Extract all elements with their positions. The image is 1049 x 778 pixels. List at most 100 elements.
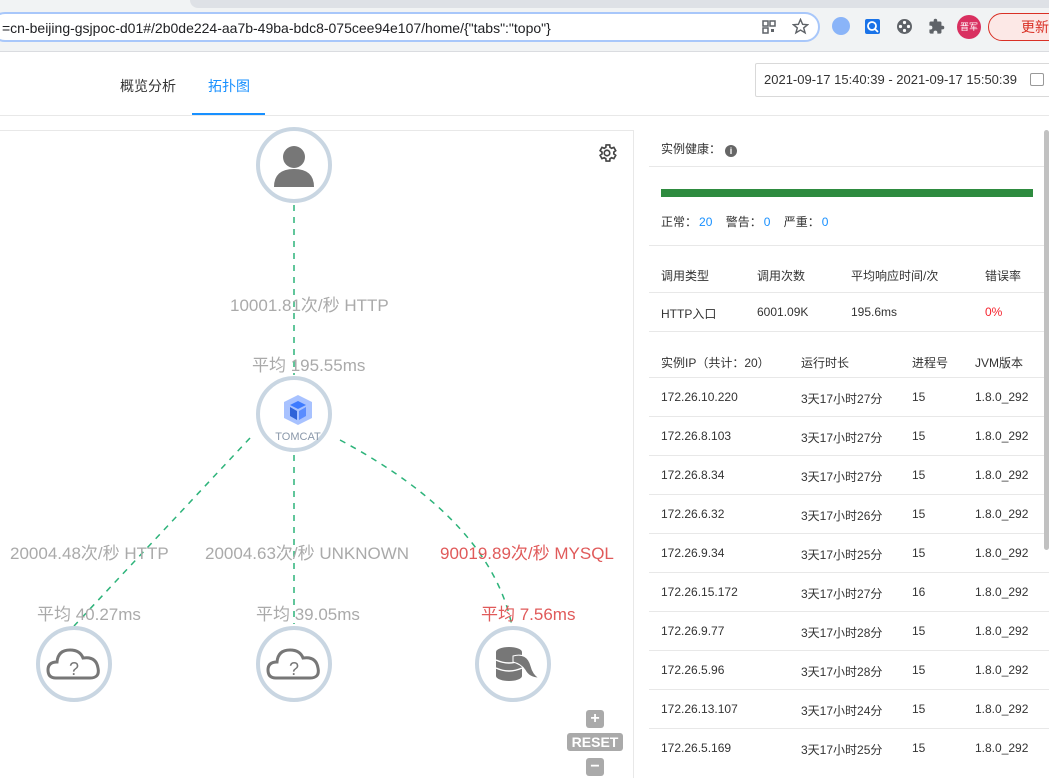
divider — [649, 292, 1049, 293]
instance-cell-jvm: 1.8.0_292 — [975, 546, 1029, 560]
instance-cell-ip: 172.26.8.34 — [661, 468, 725, 482]
instance-cell-uptime: 3天17小时28分 — [801, 665, 883, 679]
instance-cell-uptime: 3天17小时27分 — [801, 392, 883, 406]
node-tomcat[interactable]: TOMCAT — [256, 376, 332, 452]
scrollbar[interactable] — [1044, 130, 1049, 550]
instance-cell-pid: 15 — [912, 702, 926, 716]
instance-cell-uptime: 3天17小时25分 — [801, 548, 883, 562]
svg-text:?: ? — [69, 659, 79, 679]
health-bar — [661, 189, 1033, 197]
search-extension-icon[interactable] — [864, 18, 881, 35]
tomcat-label: TOMCAT — [275, 431, 321, 443]
divider — [649, 416, 1049, 417]
instance-cell-ip: 172.26.8.103 — [661, 429, 732, 443]
edge-avg-unknown: 平均 39.05ms — [256, 605, 360, 624]
calls-header-error: 错误率 — [985, 269, 1022, 283]
qr-code-icon[interactable] — [762, 20, 776, 34]
avatar[interactable]: 晋军 — [957, 15, 981, 39]
instance-cell-ip: 172.26.5.96 — [661, 663, 725, 677]
instance-cell-jvm: 1.8.0_292 — [975, 429, 1029, 443]
puzzle-extensions-icon[interactable] — [928, 18, 945, 35]
edge-avg-user-tomcat: 平均 195.55ms — [252, 356, 366, 375]
instance-cell-pid: 15 — [912, 741, 926, 755]
instance-cell-uptime: 3天17小时26分 — [801, 509, 883, 523]
instance-cell-ip: 172.26.10.220 — [661, 390, 738, 404]
instance-cell-uptime: 3天17小时27分 — [801, 431, 883, 445]
calls-header-avg: 平均响应时间/次 — [851, 269, 939, 283]
instances-header-jvm: JVM版本 — [975, 356, 1024, 370]
calls-header-type: 调用类型 — [661, 269, 710, 283]
instance-cell-uptime: 3天17小时24分 — [801, 704, 883, 718]
instance-cell-pid: 15 — [912, 390, 926, 404]
instances-header-uptime: 运行时长 — [801, 356, 850, 370]
profile-circle-icon[interactable] — [832, 17, 850, 35]
svg-text:?: ? — [289, 659, 299, 679]
mysql-icon — [495, 647, 541, 681]
divider — [649, 331, 1049, 332]
instance-cell-ip: 172.26.13.107 — [661, 702, 738, 716]
instance-cell-jvm: 1.8.0_292 — [975, 663, 1029, 677]
instance-panel: 实例健康： i 正常： 20 警告： 0 严重： 0 调用类型 调用次数 平均响应时间/… — [649, 130, 1049, 778]
instance-cell-jvm: 1.8.0_292 — [975, 468, 1029, 482]
user-icon — [274, 146, 314, 187]
instances-header-ip: 实例IP（共计：20） — [661, 356, 770, 370]
severe-count: 0 — [821, 215, 829, 229]
instance-cell-jvm: 1.8.0_292 — [975, 585, 1029, 599]
instance-cell-ip: 172.26.9.77 — [661, 624, 725, 638]
normal-label: 正常： — [661, 215, 698, 229]
health-stats: 正常： 20 警告： 0 严重： 0 — [661, 213, 838, 230]
divider — [649, 494, 1049, 495]
node-http-service[interactable]: ? — [36, 626, 112, 702]
divider — [649, 728, 1049, 729]
calls-cell-type: HTTP入口 — [661, 307, 717, 321]
warn-count: 0 — [763, 215, 771, 229]
instance-cell-jvm: 1.8.0_292 — [975, 624, 1029, 638]
edge-tomcat-mysql — [339, 439, 513, 627]
health-title: 实例健康： i — [661, 140, 738, 157]
cloud-unknown-icon: ? — [266, 648, 320, 680]
warn-label: 警告： — [725, 215, 762, 229]
normal-count: 20 — [699, 215, 713, 229]
health-title-text: 实例健康： — [661, 142, 722, 156]
reset-button[interactable]: RESET — [567, 733, 623, 751]
divider — [649, 455, 1049, 456]
node-unknown-service[interactable]: ? — [256, 626, 332, 702]
instance-cell-jvm: 1.8.0_292 — [975, 390, 1029, 404]
divider — [649, 533, 1049, 534]
instance-cell-pid: 15 — [912, 468, 926, 482]
instances-header-pid: 进程号 — [912, 356, 949, 370]
info-icon[interactable]: i — [725, 145, 738, 157]
divider — [649, 166, 1049, 167]
instance-cell-ip: 172.26.5.169 — [661, 741, 732, 755]
date-range-picker[interactable]: 2021-09-17 15:40:39 - 2021-09-17 15:50:3… — [755, 63, 1049, 97]
divider — [649, 377, 1049, 378]
tomcat-icon: TOMCAT — [275, 395, 321, 443]
instance-cell-jvm: 1.8.0_292 — [975, 741, 1029, 755]
instance-cell-pid: 15 — [912, 429, 926, 443]
instance-cell-pid: 15 — [912, 663, 926, 677]
divider — [649, 611, 1049, 612]
instance-cell-ip: 172.26.6.32 — [661, 507, 725, 521]
instance-cell-pid: 16 — [912, 585, 926, 599]
calls-cell-avg: 195.6ms — [851, 305, 898, 319]
divider — [649, 650, 1049, 651]
calls-header-count: 调用次数 — [757, 269, 806, 283]
node-mysql[interactable] — [475, 626, 551, 702]
calls-cell-count: 6001.09K — [757, 305, 809, 319]
divider — [649, 689, 1049, 690]
film-extension-icon[interactable] — [896, 18, 913, 35]
edge-rate-user-tomcat: 10001.81次/秒 HTTP — [230, 296, 389, 315]
update-button[interactable]: 更新 — [988, 13, 1049, 41]
severe-label: 严重： — [783, 215, 820, 229]
calendar-icon[interactable] — [1030, 73, 1044, 86]
zoom-in-button[interactable]: + — [586, 710, 604, 728]
edge-avg-mysql: 平均 7.56ms — [481, 605, 576, 624]
zoom-out-button[interactable]: − — [586, 758, 604, 776]
instance-cell-jvm: 1.8.0_292 — [975, 507, 1029, 521]
instance-cell-uptime: 3天17小时25分 — [801, 743, 883, 757]
instance-cell-pid: 15 — [912, 507, 926, 521]
node-user[interactable] — [256, 127, 332, 203]
instance-cell-uptime: 3天17小时27分 — [801, 587, 883, 601]
edge-tomcat-http — [73, 437, 251, 627]
star-icon[interactable] — [792, 18, 809, 35]
